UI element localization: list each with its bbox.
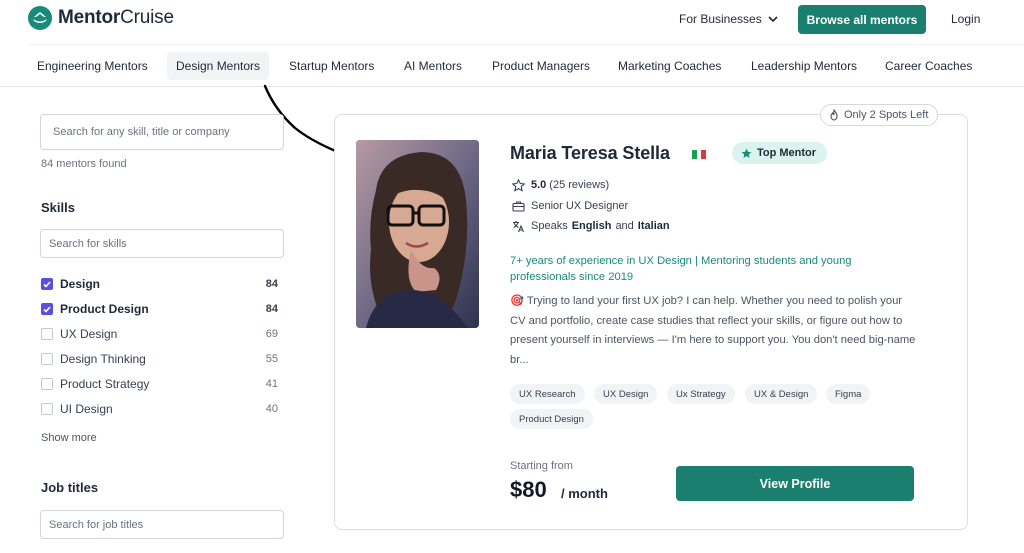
mentor-search-input[interactable]: [40, 114, 284, 150]
italy-flag-icon: [692, 150, 707, 159]
star-outline-icon: [511, 178, 525, 192]
job-title-row: Senior UX Designer: [511, 199, 628, 213]
reviews-count[interactable]: (25 reviews): [549, 179, 609, 191]
speaks-and: and: [615, 220, 634, 232]
star-filled-icon: [741, 148, 752, 158]
mentor-bio: 🎯 Trying to land your first UX job? I ca…: [510, 295, 916, 366]
top-mentor-text: Top Mentor: [757, 147, 817, 159]
checkbox-checked-icon[interactable]: [41, 303, 53, 315]
for-businesses-label: For Businesses: [679, 12, 762, 26]
skill-label: UX Design: [60, 327, 118, 341]
skill-count: 84: [265, 303, 278, 315]
briefcase-icon: [511, 199, 525, 213]
checkbox[interactable]: [41, 353, 53, 365]
mentor-count: 84 mentors found: [41, 158, 127, 170]
translate-icon: [511, 219, 525, 233]
languages-row: Speaks English and Italian: [511, 219, 670, 233]
skill-filter-product-strategy[interactable]: Product Strategy 41: [41, 376, 278, 392]
rating-row: 5.0 (25 reviews): [511, 178, 609, 192]
starting-from-label: Starting from: [510, 460, 573, 472]
tab-product-managers[interactable]: Product Managers: [483, 52, 599, 80]
logo[interactable]: MentorCruise: [28, 6, 174, 30]
skill-tag[interactable]: UX & Design: [745, 384, 818, 404]
tab-startup-mentors[interactable]: Startup Mentors: [280, 52, 383, 80]
tab-ai-mentors[interactable]: AI Mentors: [395, 52, 471, 80]
rating-value: 5.0: [531, 179, 547, 191]
checkbox[interactable]: [41, 378, 53, 390]
skill-tag[interactable]: Figma: [826, 384, 871, 404]
browse-all-mentors-button[interactable]: Browse all mentors: [798, 5, 926, 34]
logo-mark-icon: [28, 6, 52, 30]
skills-search-input[interactable]: [40, 229, 284, 258]
mentor-headline: 7+ years of experience in UX Design | Me…: [510, 255, 852, 283]
price-period: / month: [561, 486, 608, 501]
tab-engineering-mentors[interactable]: Engineering Mentors: [28, 52, 157, 80]
job-titles-search-input[interactable]: [40, 510, 284, 539]
fire-icon: [830, 109, 838, 121]
tab-career-coaches[interactable]: Career Coaches: [876, 52, 981, 80]
top-mentor-badge: Top Mentor: [732, 142, 828, 164]
checkbox[interactable]: [41, 403, 53, 415]
job-titles-heading: Job titles: [41, 480, 99, 495]
skill-tag[interactable]: Ux Strategy: [667, 384, 735, 404]
skill-label: Product Strategy: [60, 377, 150, 391]
logo-text: MentorCruise: [58, 7, 174, 28]
skill-filter-design-thinking[interactable]: Design Thinking 55: [41, 351, 278, 367]
tab-leadership-mentors[interactable]: Leadership Mentors: [742, 52, 866, 80]
tab-marketing-coaches[interactable]: Marketing Coaches: [609, 52, 730, 80]
skill-filter-ux-design[interactable]: UX Design 69: [41, 326, 278, 342]
category-nav: Engineering Mentors Design Mentors Start…: [28, 44, 1024, 86]
spots-left-badge: Only 2 Spots Left: [820, 104, 939, 126]
skill-label: Design Thinking: [60, 352, 146, 366]
skill-filter-product-design[interactable]: Product Design 84: [41, 301, 278, 317]
skill-filter-ui-design[interactable]: UI Design 40: [41, 401, 278, 417]
skill-label: Design: [60, 277, 101, 291]
job-title: Senior UX Designer: [531, 200, 629, 212]
skill-label: Product Design: [60, 302, 149, 316]
language-1: English: [571, 220, 612, 232]
chevron-down-icon: [768, 15, 778, 22]
top-header: MentorCruise For Businesses Browse all m…: [0, 0, 1024, 42]
skill-count: 69: [265, 328, 278, 340]
skills-heading: Skills: [41, 200, 75, 215]
skill-count: 40: [265, 403, 278, 415]
checkbox-checked-icon[interactable]: [41, 278, 53, 290]
skill-tag[interactable]: Product Design: [510, 409, 593, 429]
price-value: $80: [510, 477, 547, 502]
show-more-link[interactable]: Show more: [41, 432, 97, 444]
skill-count: 41: [265, 378, 278, 390]
mentor-name[interactable]: Maria Teresa Stella: [510, 143, 670, 164]
view-profile-button[interactable]: View Profile: [676, 466, 914, 501]
tab-design-mentors[interactable]: Design Mentors: [167, 52, 270, 80]
skill-count: 55: [265, 353, 278, 365]
skill-filter-design[interactable]: Design 84: [41, 276, 278, 292]
spots-left-text: Only 2 Spots Left: [844, 109, 929, 121]
checkbox[interactable]: [41, 328, 53, 340]
nav-divider: [0, 86, 1024, 87]
for-businesses-dropdown[interactable]: For Businesses: [679, 12, 778, 26]
skill-tag[interactable]: UX Design: [594, 384, 658, 404]
mentor-photo[interactable]: [356, 140, 479, 328]
skill-count: 84: [265, 278, 278, 290]
language-2: Italian: [637, 220, 670, 232]
skill-tag[interactable]: UX Research: [510, 384, 585, 404]
skill-label: UI Design: [60, 402, 113, 416]
login-link[interactable]: Login: [951, 12, 980, 26]
speaks-prefix: Speaks: [531, 220, 568, 232]
